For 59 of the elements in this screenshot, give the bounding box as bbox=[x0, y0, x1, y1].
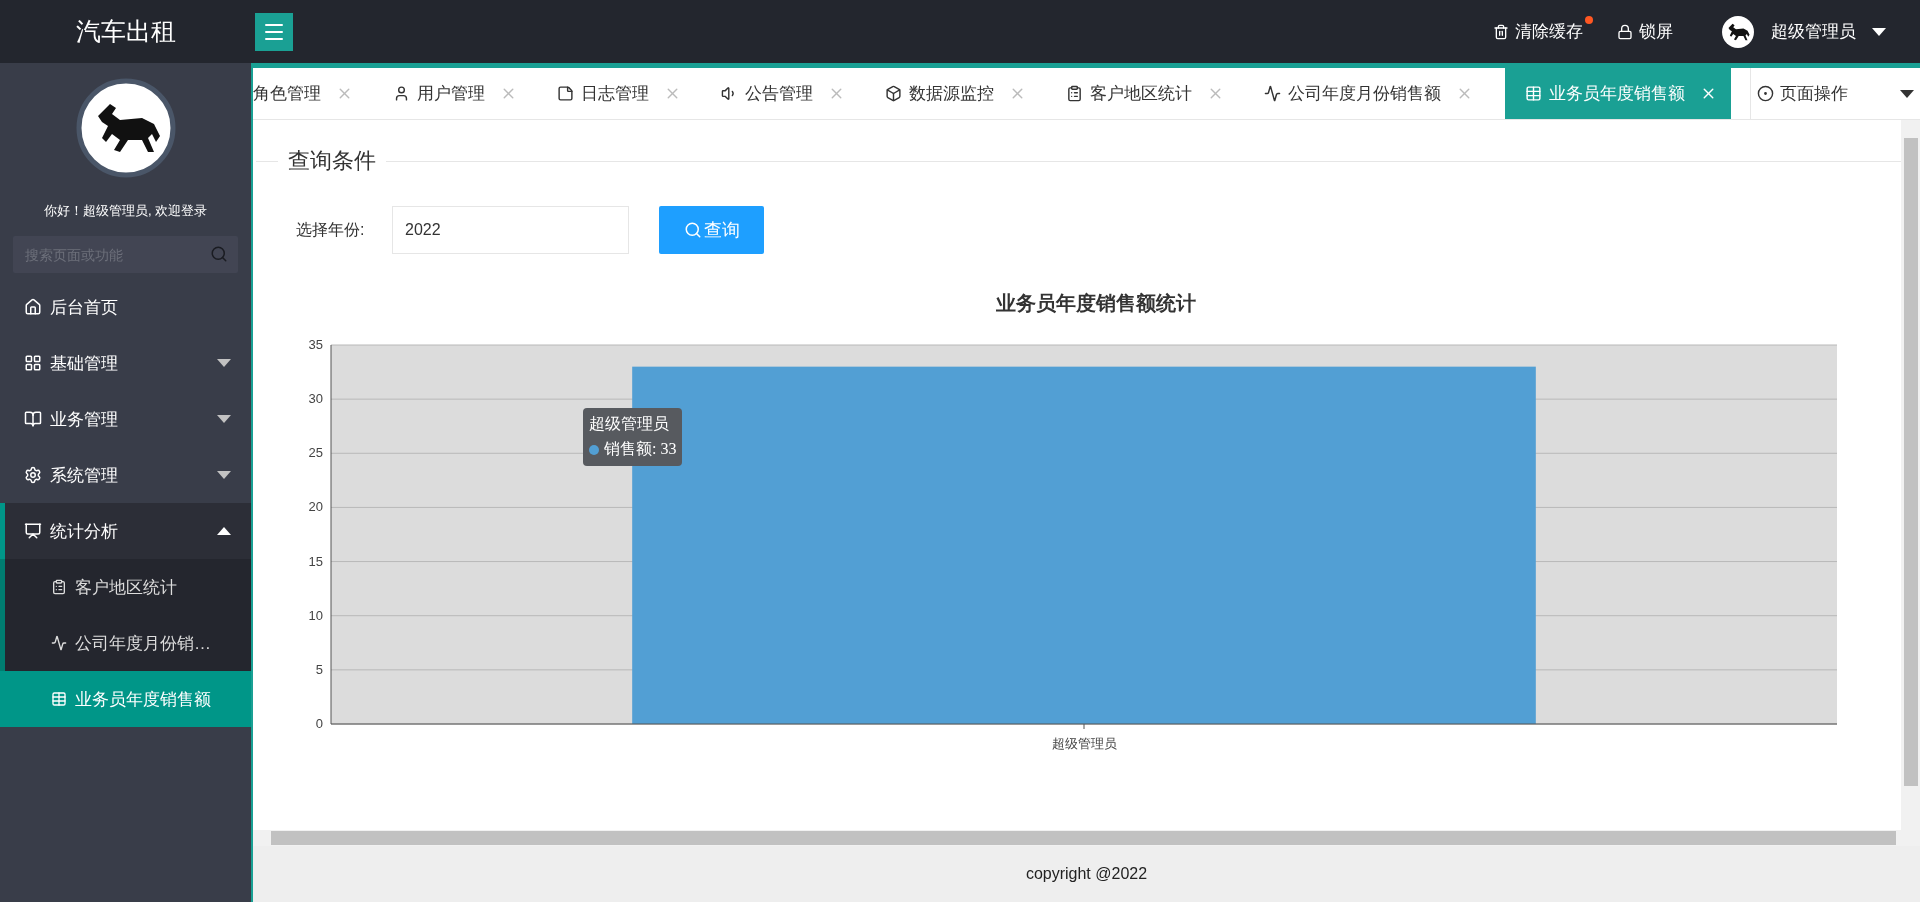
y-tick-label: 30 bbox=[308, 391, 323, 407]
submenu-icon bbox=[51, 579, 67, 595]
tooltip-value: 销售额: 33 bbox=[604, 439, 677, 459]
lock-icon bbox=[1617, 23, 1633, 40]
tab-icon bbox=[885, 85, 902, 102]
caret-icon bbox=[1900, 89, 1914, 98]
submenu-item[interactable]: 客户地区统计 bbox=[5, 559, 251, 615]
greeting-text: 你好！超级管理员, 欢迎登录 bbox=[42, 202, 209, 220]
caret-icon bbox=[217, 471, 231, 479]
year-label: 选择年份: bbox=[296, 219, 366, 240]
search-icon bbox=[683, 221, 702, 239]
target-icon bbox=[1757, 85, 1774, 102]
tab-icon bbox=[393, 85, 410, 102]
menu-button[interactable] bbox=[255, 12, 293, 51]
y-tick-label: 20 bbox=[308, 499, 323, 515]
chart-title: 业务员年度销售额统计 bbox=[995, 291, 1197, 316]
tooltip-title: 超级管理员 bbox=[589, 414, 670, 434]
caret-icon bbox=[217, 359, 231, 367]
trash-icon bbox=[1493, 23, 1509, 40]
menu-item[interactable]: 统计分析 bbox=[0, 503, 251, 559]
user-avatar bbox=[1721, 14, 1755, 49]
submenu-item[interactable]: 公司年度月份销… bbox=[5, 615, 251, 671]
menu-icon bbox=[24, 466, 42, 484]
caret-icon bbox=[217, 415, 231, 423]
y-tick-label: 35 bbox=[308, 337, 323, 352]
tab-icon bbox=[1525, 85, 1542, 102]
user-menu[interactable]: 超级管理员 bbox=[1721, 14, 1886, 49]
menu-icon bbox=[24, 298, 42, 316]
year-input[interactable]: 2022 bbox=[392, 206, 629, 254]
search-icon bbox=[210, 245, 228, 263]
caret-icon bbox=[1872, 27, 1886, 36]
submenu-item[interactable]: 业务员年度销售额 bbox=[0, 671, 251, 727]
horizontal-scrollbar[interactable] bbox=[253, 830, 1920, 846]
tab-icon bbox=[1066, 85, 1083, 102]
y-tick-label: 0 bbox=[315, 716, 323, 731]
x-tick-label: 超级管理员 bbox=[1051, 736, 1117, 751]
vertical-scrollbar[interactable] bbox=[1901, 120, 1920, 830]
menu-icon bbox=[24, 354, 42, 372]
menu-item[interactable]: 后台首页 bbox=[0, 279, 251, 335]
tab-icon bbox=[1264, 85, 1281, 102]
tab-icon bbox=[557, 85, 574, 102]
y-tick-label: 5 bbox=[315, 661, 323, 677]
caret-icon bbox=[217, 527, 231, 535]
y-tick-label: 10 bbox=[308, 607, 323, 623]
lock-screen-link[interactable]: 锁屏 bbox=[1617, 20, 1673, 43]
menu-icon bbox=[24, 410, 42, 428]
y-tick-label: 25 bbox=[308, 445, 323, 461]
menu-item[interactable]: 业务管理 bbox=[0, 391, 251, 447]
submenu-icon bbox=[51, 691, 67, 707]
menu-item[interactable]: 基础管理 bbox=[0, 335, 251, 391]
footer-text: copyright @2022 bbox=[253, 846, 1920, 902]
y-tick-label: 15 bbox=[308, 553, 323, 569]
app-title: 汽车出租 bbox=[74, 16, 177, 47]
section-legend: 查询条件 bbox=[288, 146, 376, 176]
submenu-icon bbox=[51, 635, 67, 651]
menu-item[interactable]: 系统管理 bbox=[0, 447, 251, 503]
clear-cache-link[interactable]: 清除缓存 bbox=[1493, 20, 1583, 43]
menu-icon bbox=[24, 522, 42, 540]
series-dot bbox=[589, 444, 599, 455]
